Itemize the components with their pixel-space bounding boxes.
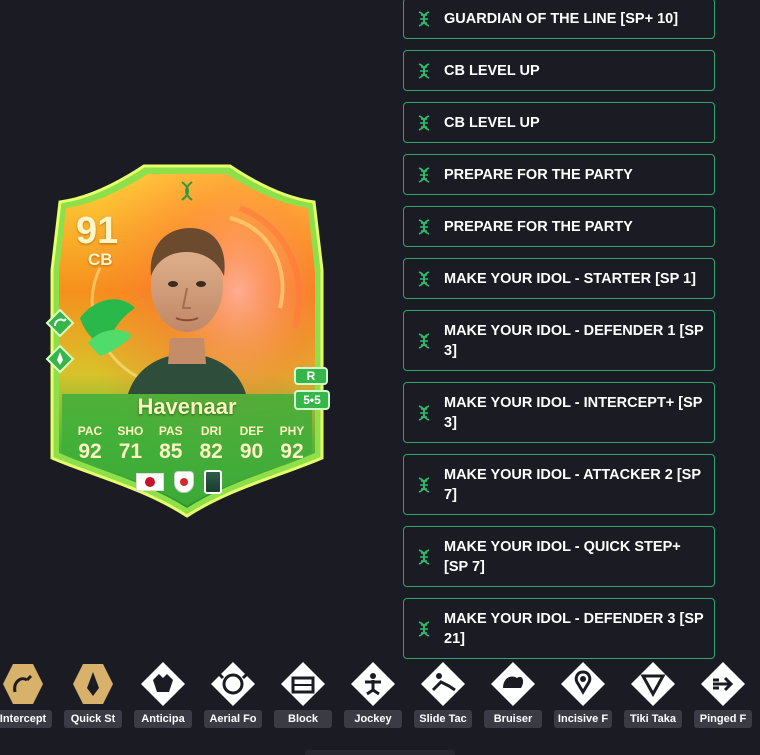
incisive-pass-icon: [561, 662, 605, 706]
bottom-handle: [305, 750, 455, 755]
evolution-item[interactable]: GUARDIAN OF THE LINE [SP+ 10]: [403, 0, 715, 39]
stat-sho: SHO 71: [112, 424, 148, 464]
player-position: CB: [88, 250, 113, 269]
evolution-item[interactable]: MAKE YOUR IDOL - INTERCEPT+ [SP 3]: [403, 382, 715, 443]
dna-icon: [418, 10, 430, 27]
stat-def: DEF 90: [234, 424, 270, 464]
dna-icon: [418, 218, 430, 235]
dna-icon: [418, 332, 430, 349]
playstyle-label: Incisive F: [554, 710, 612, 728]
bruiser-icon: [491, 662, 535, 706]
stat-value: 71: [118, 440, 143, 463]
player-card[interactable]: 91 CB R 5•5 Havenaar PAC 92 SHO 71 PAS 8…: [40, 158, 334, 520]
playstyles-row: Intercept Quick St Anticipa Aerial Fo Bl…: [0, 660, 760, 730]
japan-flag-icon: [136, 473, 164, 491]
card-intercept-plus-icon: [45, 308, 75, 338]
dna-icon: [418, 404, 430, 421]
evolution-label: MAKE YOUR IDOL - QUICK STEP+ [SP 7]: [444, 538, 681, 575]
evolution-item[interactable]: CB LEVEL UP: [403, 102, 715, 143]
quick-step-icon: [73, 664, 113, 704]
evolution-item[interactable]: PREPARE FOR THE PARTY: [403, 154, 715, 195]
stat-value: 92: [280, 440, 304, 463]
playstyle-label: Bruiser: [484, 710, 542, 728]
stat-label: PHY: [279, 424, 305, 438]
playstyle-pinged-pass[interactable]: Pinged F: [692, 660, 754, 728]
aerial-fortress-icon: [211, 662, 255, 706]
role-tag: R: [294, 367, 328, 385]
dna-icon: [418, 62, 430, 79]
evolution-label: PREPARE FOR THE PARTY: [444, 218, 633, 235]
playstyle-label: Aerial Fo: [204, 710, 262, 728]
playstyle-label: Intercept: [0, 710, 52, 728]
evolution-label: PREPARE FOR THE PARTY: [444, 166, 633, 183]
block-icon: [281, 662, 325, 706]
evolution-label: CB LEVEL UP: [444, 62, 540, 79]
dna-icon: [418, 270, 430, 287]
evolution-label: MAKE YOUR IDOL - ATTACKER 2 [SP 7]: [444, 466, 701, 503]
evolution-label: MAKE YOUR IDOL - STARTER [SP 1]: [444, 270, 696, 287]
stat-value: 92: [78, 440, 102, 463]
intercept-icon: [3, 664, 43, 704]
evolution-label: MAKE YOUR IDOL - DEFENDER 3 [SP 21]: [444, 610, 704, 647]
stat-pas: PAS 85: [153, 424, 189, 464]
evolution-item[interactable]: PREPARE FOR THE PARTY: [403, 206, 715, 247]
anticipate-icon: [141, 662, 185, 706]
playstyle-label: Tiki Taka: [624, 710, 682, 728]
playstyle-label: Quick St: [64, 710, 122, 728]
playstyle-bruiser[interactable]: Bruiser: [482, 660, 544, 728]
playstyle-aerial-fortress[interactable]: Aerial Fo: [202, 660, 264, 728]
dna-icon: [418, 166, 430, 183]
evolution-label: CB LEVEL UP: [444, 114, 540, 131]
jockey-icon: [351, 662, 395, 706]
evolution-item[interactable]: MAKE YOUR IDOL - DEFENDER 1 [SP 3]: [403, 310, 715, 371]
stats-row: PAC 92 SHO 71 PAS 85 DRI 82 DEF 90 PHY 9…: [72, 424, 310, 464]
stat-label: PAC: [77, 424, 103, 438]
playstyle-block[interactable]: Block: [272, 660, 334, 728]
pinged-pass-icon: [701, 662, 745, 706]
playstyle-quick-step[interactable]: Quick St: [62, 660, 124, 728]
evolution-label: GUARDIAN OF THE LINE [SP+ 10]: [444, 10, 679, 27]
playstyle-slide-tackle[interactable]: Slide Tac: [412, 660, 474, 728]
playstyle-tiki-taka[interactable]: Tiki Taka: [622, 660, 684, 728]
playstyle-label: Block: [274, 710, 332, 728]
tiki-taka-icon: [631, 662, 675, 706]
stat-label: DRI: [200, 424, 222, 438]
playstyle-jockey[interactable]: Jockey: [342, 660, 404, 728]
austrian-league-badge-icon: [204, 470, 222, 494]
dna-icon: [418, 114, 430, 131]
player-name: Havenaar: [137, 394, 237, 419]
dna-icon: [418, 548, 430, 565]
stat-label: PAS: [158, 424, 183, 438]
evolution-label: MAKE YOUR IDOL - INTERCEPT+ [SP 3]: [444, 394, 703, 431]
stat-dri: DRI 82: [193, 424, 229, 464]
stat-phy: PHY 92: [274, 424, 310, 464]
stat-value: 90: [239, 440, 264, 463]
playstyle-anticipate[interactable]: Anticipa: [132, 660, 194, 728]
playstyle-label: Anticipa: [134, 710, 192, 728]
card-quick-step-plus-icon: [45, 344, 75, 374]
playstyle-label: Pinged F: [694, 710, 752, 728]
player-rating: 91: [76, 210, 119, 252]
stat-label: DEF: [239, 424, 264, 438]
evolution-label: MAKE YOUR IDOL - DEFENDER 1 [SP 3]: [444, 322, 704, 359]
evolution-item[interactable]: MAKE YOUR IDOL - STARTER [SP 1]: [403, 258, 715, 299]
evolution-item[interactable]: MAKE YOUR IDOL - DEFENDER 3 [SP 21]: [403, 598, 715, 659]
playstyle-label: Slide Tac: [414, 710, 472, 728]
club-crest-icon: [174, 471, 194, 493]
playstyle-label: Jockey: [344, 710, 402, 728]
card-badges: [136, 470, 222, 494]
playstyle-intercept[interactable]: Intercept: [0, 660, 54, 728]
slide-tackle-icon: [421, 662, 465, 706]
dna-icon: [418, 620, 430, 637]
stat-value: 82: [199, 440, 223, 463]
stat-pac: PAC 92: [72, 424, 108, 464]
evolution-item[interactable]: MAKE YOUR IDOL - ATTACKER 2 [SP 7]: [403, 454, 715, 515]
stat-value: 85: [159, 440, 183, 463]
stat-label: SHO: [117, 424, 144, 438]
dna-icon: [418, 476, 430, 493]
evolution-item[interactable]: MAKE YOUR IDOL - QUICK STEP+ [SP 7]: [403, 526, 715, 587]
evolution-item[interactable]: CB LEVEL UP: [403, 50, 715, 91]
playstyle-incisive-pass[interactable]: Incisive F: [552, 660, 614, 728]
